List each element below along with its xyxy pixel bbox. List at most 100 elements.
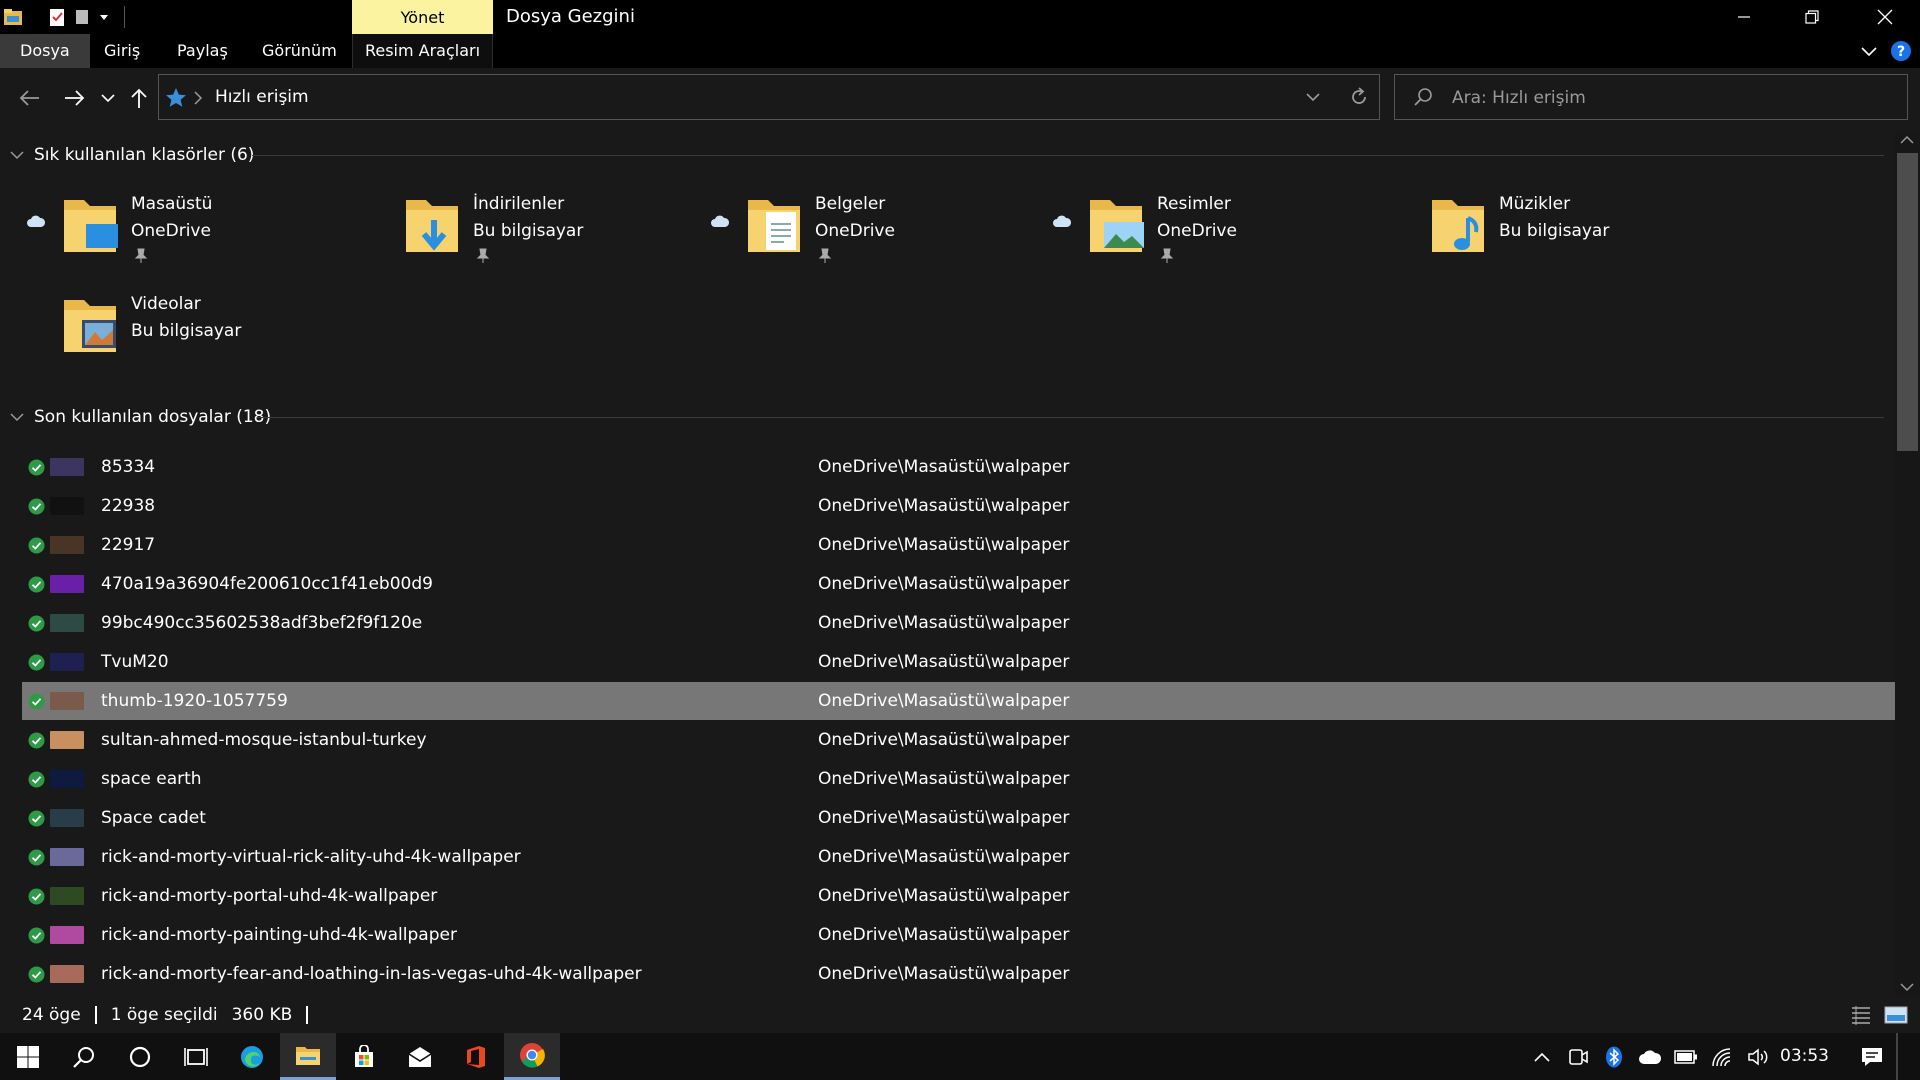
status-separator bbox=[306, 1006, 309, 1024]
customize-qat-icon[interactable] bbox=[96, 0, 112, 34]
table-row[interactable]: TvuM20 OneDrive\Masaüstü\walpaper bbox=[22, 643, 1895, 681]
folder-location: OneDrive bbox=[131, 221, 211, 241]
taskbar-mail[interactable] bbox=[392, 1033, 448, 1080]
file-name: 22917 bbox=[101, 535, 156, 555]
file-location: OneDrive\Masaüstü\walpaper bbox=[818, 457, 1070, 477]
search-input[interactable] bbox=[1450, 75, 1894, 121]
address-dropdown-button[interactable] bbox=[1305, 89, 1321, 105]
folder-tile-desktop[interactable]: Masaüstü OneDrive bbox=[0, 180, 320, 264]
taskbar-clock[interactable]: 03:53 bbox=[1780, 1033, 1829, 1080]
show-hidden-icons-button[interactable] bbox=[1524, 1033, 1560, 1080]
pin-icon bbox=[1160, 248, 1174, 263]
task-view-button[interactable] bbox=[168, 1033, 224, 1080]
tab-picture-tools[interactable]: Resim Araçları bbox=[352, 34, 493, 68]
explorer-folder-icon[interactable] bbox=[0, 0, 26, 34]
back-button[interactable] bbox=[12, 68, 46, 128]
file-explorer-icon bbox=[296, 1047, 320, 1065]
table-row[interactable]: 99bc490cc35602538adf3bef2f9f120e OneDriv… bbox=[22, 604, 1895, 642]
scroll-down-button[interactable] bbox=[1900, 982, 1914, 992]
folder-tile-documents[interactable]: Belgeler OneDrive bbox=[684, 180, 1004, 264]
file-name: 470a19a36904fe200610cc1f41eb00d9 bbox=[101, 574, 433, 594]
breadcrumb-quick-access[interactable]: Hızlı erişim bbox=[215, 75, 309, 119]
folder-location: Bu bilgisayar bbox=[1499, 221, 1610, 241]
minimize-icon bbox=[1738, 16, 1750, 18]
table-row[interactable]: 85334 OneDrive\Masaüstü\walpaper bbox=[22, 448, 1895, 486]
close-button[interactable] bbox=[1850, 0, 1920, 34]
table-row[interactable]: rick-and-morty-painting-uhd-4k-wallpaper… bbox=[22, 916, 1895, 954]
folder-location: Bu bilgisayar bbox=[131, 321, 242, 341]
file-location: OneDrive\Masaüstü\walpaper bbox=[818, 496, 1070, 516]
address-bar[interactable]: Hızlı erişim bbox=[158, 74, 1380, 120]
meet-now-button[interactable] bbox=[1560, 1033, 1596, 1080]
expand-ribbon-button[interactable] bbox=[1860, 42, 1878, 60]
bluetooth-icon bbox=[1606, 1046, 1622, 1067]
battery-button[interactable] bbox=[1668, 1033, 1704, 1080]
folder-tile-music[interactable]: Müzikler Bu bilgisayar bbox=[1368, 180, 1688, 264]
taskbar-file-explorer[interactable] bbox=[280, 1033, 336, 1080]
taskbar-edge[interactable] bbox=[224, 1033, 280, 1080]
taskbar-store[interactable] bbox=[336, 1033, 392, 1080]
frequent-folders-header[interactable]: Sık kullanılan klasörler (6) bbox=[10, 140, 254, 170]
file-name: rick-and-morty-painting-uhd-4k-wallpaper bbox=[101, 925, 457, 945]
details-view-button[interactable] bbox=[1850, 1005, 1872, 1025]
pictures-folder-icon bbox=[1090, 200, 1144, 252]
refresh-button[interactable] bbox=[1349, 87, 1369, 107]
image-thumbnail bbox=[50, 770, 84, 788]
new-folder-icon[interactable] bbox=[70, 0, 96, 34]
tab-view[interactable]: Görünüm bbox=[242, 34, 357, 68]
action-center-button[interactable] bbox=[1852, 1033, 1892, 1080]
properties-icon[interactable] bbox=[44, 0, 70, 34]
table-row[interactable]: rick-and-morty-virtual-rick-ality-uhd-4k… bbox=[22, 838, 1895, 876]
table-row[interactable]: 22938 OneDrive\Masaüstü\walpaper bbox=[22, 487, 1895, 525]
table-row-selected[interactable]: thumb-1920-1057759 OneDrive\Masaüstü\wal… bbox=[22, 682, 1895, 720]
file-name: rick-and-morty-fear-and-loathing-in-las-… bbox=[101, 964, 642, 984]
scroll-up-button[interactable] bbox=[1900, 135, 1914, 145]
manage-context-tab[interactable]: Yönet bbox=[352, 0, 493, 34]
bluetooth-button[interactable] bbox=[1596, 1033, 1632, 1080]
table-row[interactable]: sultan-ahmed-mosque-istanbul-turkey OneD… bbox=[22, 721, 1895, 759]
table-row[interactable]: 470a19a36904fe200610cc1f41eb00d9 OneDriv… bbox=[22, 565, 1895, 603]
tab-share[interactable]: Paylaş bbox=[157, 34, 248, 68]
folder-tile-pictures[interactable]: Resimler OneDrive bbox=[1026, 180, 1346, 264]
folder-location: Bu bilgisayar bbox=[473, 221, 584, 241]
image-thumbnail bbox=[50, 848, 84, 866]
volume-button[interactable] bbox=[1740, 1033, 1776, 1080]
table-row[interactable]: Space cadet OneDrive\Masaüstü\walpaper bbox=[22, 799, 1895, 837]
search-icon bbox=[1414, 88, 1432, 106]
table-row[interactable]: space earth OneDrive\Masaüstü\walpaper bbox=[22, 760, 1895, 798]
file-location: OneDrive\Masaüstü\walpaper bbox=[818, 691, 1070, 711]
recent-locations-button[interactable] bbox=[98, 68, 118, 128]
ribbon-controls: ? bbox=[1860, 34, 1912, 68]
start-button[interactable] bbox=[0, 1033, 56, 1080]
search-box[interactable] bbox=[1394, 74, 1908, 121]
tab-home[interactable]: Giriş bbox=[84, 34, 160, 68]
taskbar-chrome[interactable] bbox=[504, 1033, 560, 1080]
large-icons-view-button[interactable] bbox=[1884, 1005, 1908, 1025]
taskbar-office[interactable] bbox=[448, 1033, 504, 1080]
forward-button[interactable] bbox=[58, 68, 92, 128]
synced-check-icon bbox=[28, 498, 45, 515]
folder-tile-downloads[interactable]: İndirilenler Bu bilgisayar bbox=[342, 180, 662, 264]
status-bar: 24 öge 1 öge seçildi 360 KB bbox=[0, 997, 1920, 1033]
taskbar-search-button[interactable] bbox=[56, 1033, 112, 1080]
tab-file[interactable]: Dosya bbox=[0, 34, 90, 68]
chrome-browser-icon bbox=[520, 1043, 545, 1068]
help-button[interactable]: ? bbox=[1890, 40, 1912, 62]
battery-icon bbox=[1674, 1049, 1697, 1064]
table-row[interactable]: rick-and-morty-fear-and-loathing-in-las-… bbox=[22, 955, 1895, 993]
up-button[interactable] bbox=[126, 68, 152, 128]
restore-button[interactable] bbox=[1778, 0, 1846, 34]
table-row[interactable]: rick-and-morty-portal-uhd-4k-wallpaper O… bbox=[22, 877, 1895, 915]
folder-tile-videos[interactable]: Videolar Bu bilgisayar bbox=[0, 280, 320, 364]
folder-name: Müzikler bbox=[1499, 194, 1571, 214]
network-button[interactable] bbox=[1704, 1033, 1740, 1080]
file-location: OneDrive\Masaüstü\walpaper bbox=[818, 730, 1070, 750]
cortana-button[interactable] bbox=[112, 1033, 168, 1080]
scrollbar-thumb[interactable] bbox=[1897, 153, 1918, 451]
chevron-up-icon bbox=[1534, 1052, 1550, 1062]
recent-files-header[interactable]: Son kullanılan dosyalar (18) bbox=[10, 402, 271, 432]
minimize-button[interactable] bbox=[1710, 0, 1778, 34]
onedrive-button[interactable] bbox=[1632, 1033, 1668, 1080]
table-row[interactable]: 22917 OneDrive\Masaüstü\walpaper bbox=[22, 526, 1895, 564]
show-desktop-button[interactable] bbox=[1896, 1033, 1898, 1080]
